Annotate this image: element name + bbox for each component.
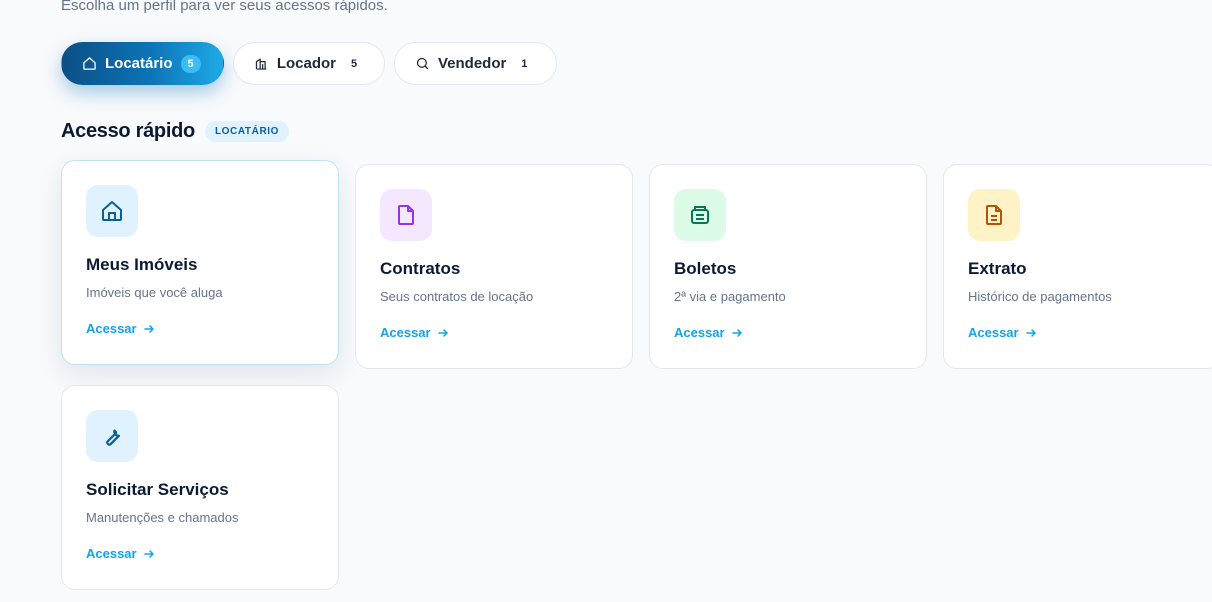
card-title: Meus Imóveis	[86, 255, 198, 274]
card-title: Extrato	[968, 259, 1027, 278]
receipt-icon	[691, 206, 709, 224]
card-extrato[interactable]: Extrato Histórico de pagamentos Acessar	[943, 164, 1212, 369]
tab-count-badge: 5	[180, 54, 201, 73]
tab-label: Locatário	[105, 55, 173, 72]
page-subtitle: Escolha um perfil para ver seus acessos …	[61, 0, 388, 14]
tab-locatario[interactable]: Locatário 5	[61, 42, 224, 85]
link-label: Acessar	[86, 546, 137, 561]
link-label: Acessar	[968, 325, 1019, 340]
link-label: Acessar	[86, 321, 137, 336]
section-header: Acesso rápido LOCATÁRIO	[61, 120, 290, 143]
card-title: Boletos	[674, 259, 737, 278]
file-text-icon	[986, 205, 1002, 225]
arrow-right-icon	[1025, 328, 1036, 337]
card-icon-box	[380, 189, 432, 241]
card-access-link[interactable]: Acessar	[86, 546, 155, 561]
card-boletos[interactable]: Boletos 2ª via e pagamento Acessar	[649, 164, 927, 369]
card-solicitar-servicos[interactable]: Solicitar Serviços Manutenções e chamado…	[61, 385, 339, 590]
tab-vendedor[interactable]: Vendedor 1	[394, 42, 557, 85]
card-description: Histórico de pagamentos	[968, 289, 1112, 304]
card-access-link[interactable]: Acessar	[86, 321, 155, 336]
link-label: Acessar	[380, 325, 431, 340]
card-access-link[interactable]: Acessar	[380, 325, 449, 340]
tab-locador[interactable]: Locador 5	[233, 42, 385, 85]
card-icon-box	[86, 185, 138, 237]
search-icon	[416, 57, 429, 70]
tab-count-badge: 5	[350, 57, 358, 70]
quick-access-page: Escolha um perfil para ver seus acessos …	[0, 0, 1212, 602]
card-description: Seus contratos de locação	[380, 289, 534, 304]
card-description: Manutenções e chamados	[86, 510, 239, 525]
card-access-link[interactable]: Acessar	[968, 325, 1037, 340]
arrow-right-icon	[437, 328, 448, 337]
arrow-right-icon	[143, 324, 154, 333]
profile-badge: LOCATÁRIO	[204, 121, 290, 142]
card-icon-box	[968, 189, 1020, 241]
card-description: Imóveis que você aluga	[86, 285, 223, 300]
card-meus-imoveis[interactable]: Meus Imóveis Imóveis que você aluga Aces…	[61, 160, 339, 365]
link-label: Acessar	[674, 325, 725, 340]
card-access-link[interactable]: Acessar	[674, 325, 743, 340]
card-description: 2ª via e pagamento	[674, 289, 786, 304]
tab-label: Locador	[276, 55, 336, 72]
tab-label: Vendedor	[438, 55, 507, 72]
tab-count-badge: 1	[521, 57, 528, 70]
card-title: Solicitar Serviços	[86, 480, 229, 499]
section-title: Acesso rápido	[61, 120, 195, 142]
profile-tabs: Locatário 5 Locador 5 Vendedor 1	[61, 42, 557, 85]
arrow-right-icon	[143, 549, 154, 558]
card-contratos[interactable]: Contratos Seus contratos de locação Aces…	[355, 164, 633, 369]
document-icon	[398, 205, 414, 225]
building-icon	[255, 58, 267, 70]
home-icon	[102, 201, 122, 221]
card-icon-box	[674, 189, 726, 241]
card-title: Contratos	[380, 259, 461, 278]
home-icon	[83, 57, 96, 70]
card-icon-box	[86, 410, 138, 462]
wrench-icon	[106, 429, 121, 446]
arrow-right-icon	[731, 328, 742, 337]
